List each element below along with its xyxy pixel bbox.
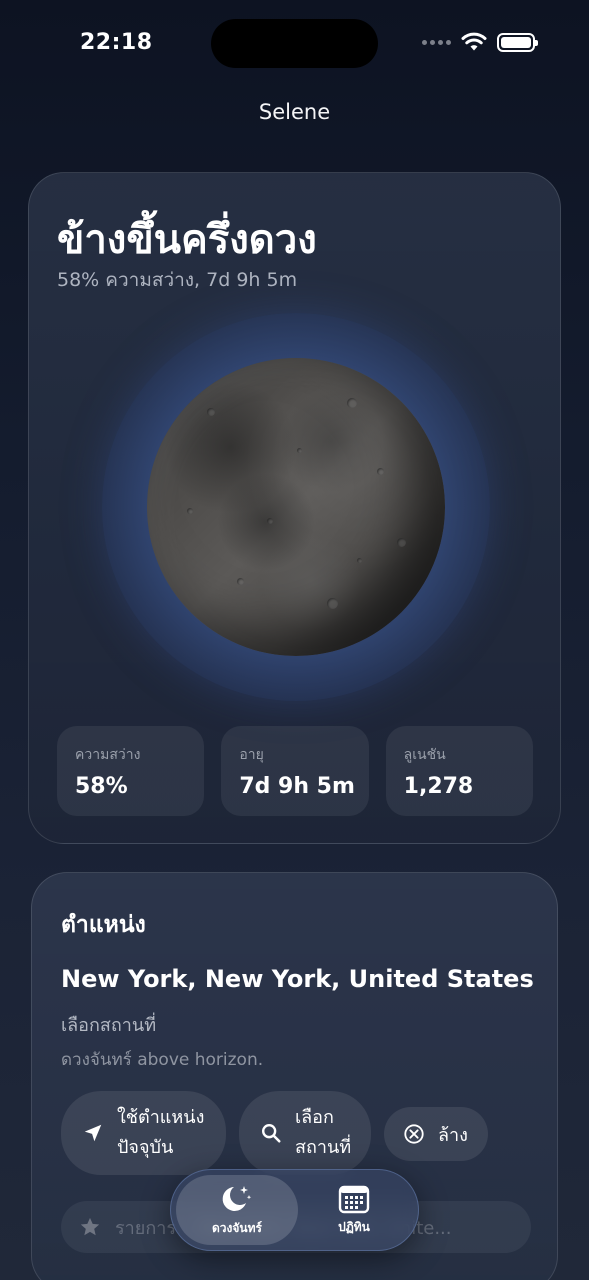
stat-age: อายุ 7d 9h 5m (221, 726, 369, 816)
tab-calendar[interactable]: ปฏิทิน (293, 1175, 415, 1245)
use-current-location-label: ใช้ตำแหน่ง ปัจจุบัน (117, 1107, 205, 1158)
tab-calendar-label: ปฏิทิน (338, 1219, 370, 1234)
clear-circle-icon (402, 1122, 426, 1146)
battery-icon (497, 32, 538, 52)
horizon-status: ดวงจันทร์ above horizon. (61, 1050, 264, 1070)
location-arrow-icon (81, 1121, 105, 1145)
stat-lunation: ลูเนชัน 1,278 (385, 726, 533, 816)
pick-place-button[interactable]: เลือก สถานที่ (239, 1091, 371, 1175)
status-bar: 22:18 (0, 0, 589, 80)
stat-value: 1,278 (403, 774, 474, 799)
phase-name: ข้างขึ้นครึ่งดวง (57, 217, 317, 263)
stat-value: 7d 9h 5m (239, 774, 355, 799)
phase-stats: ความสว่าง 58% อายุ 7d 9h 5m ลูเนชัน 1,27… (57, 726, 533, 816)
moon-phase-card: ข้างขึ้นครึ่งดวง 58% ความสว่าง, 7d 9h 5m… (28, 172, 561, 844)
stat-label: ความสว่าง (75, 747, 141, 763)
clear-location-button[interactable]: ล้าง (384, 1107, 488, 1161)
phase-summary: 58% ความสว่าง, 7d 9h 5m (57, 269, 298, 291)
pick-place-label: เลือก สถานที่ (295, 1107, 352, 1158)
status-icons (422, 32, 538, 52)
moon-stars-icon (222, 1185, 252, 1211)
stat-illumination: ความสว่าง 58% (57, 726, 205, 816)
location-city: New York, New York, United States (61, 965, 534, 993)
cellular-signal-icon (422, 39, 451, 45)
nav-title: Selene (258, 100, 331, 124)
tab-bar: ดวงจันทร์ ปฏิทิน (170, 1169, 419, 1251)
app-screen: 22:18 Selene ข้างขึ้นครึ่งดวง 58% ความสว… (0, 0, 589, 1280)
moon-image (147, 358, 445, 656)
clear-label: ล้าง (438, 1124, 468, 1146)
stat-value: 58% (75, 774, 128, 799)
moon-visual (102, 313, 490, 701)
calendar-icon (338, 1185, 370, 1213)
star-icon (80, 1217, 100, 1236)
dynamic-island (211, 19, 378, 68)
status-time: 22:18 (80, 30, 153, 55)
search-icon (259, 1121, 283, 1145)
choose-place-hint: เลือกสถานที่ (61, 1015, 157, 1036)
stat-label: อายุ (239, 747, 264, 763)
stat-label: ลูเนชัน (403, 747, 446, 763)
tab-moon[interactable]: ดวงจันทร์ (176, 1175, 298, 1245)
tab-moon-label: ดวงจันทร์ (212, 1220, 262, 1235)
wifi-icon (461, 32, 487, 51)
location-header: ตำแหน่ง (61, 912, 146, 938)
use-current-location-button[interactable]: ใช้ตำแหน่ง ปัจจุบัน (61, 1091, 226, 1175)
